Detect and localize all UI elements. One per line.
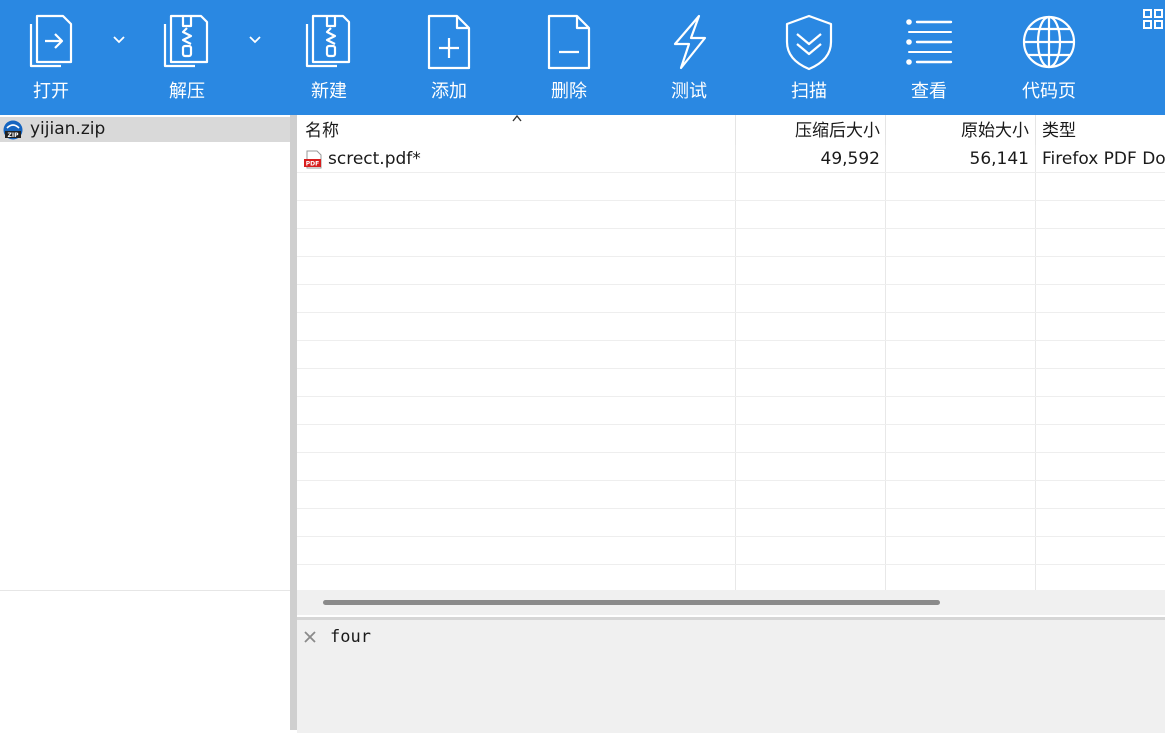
open-icon xyxy=(23,12,79,72)
extract-dropdown-chevron-icon[interactable] xyxy=(246,30,264,48)
empty-row xyxy=(297,369,1165,397)
delete-file-icon xyxy=(541,12,597,72)
packed-size-cell: 49,592 xyxy=(820,149,880,169)
empty-row xyxy=(297,313,1165,341)
empty-row xyxy=(297,509,1165,537)
view-label: 查看 xyxy=(911,81,947,102)
add-label: 添加 xyxy=(431,81,467,102)
list-header: 名称 压缩后大小 原始大小 类型 xyxy=(297,115,1165,145)
view-button[interactable]: 查看 xyxy=(874,0,984,115)
empty-row xyxy=(297,257,1165,285)
empty-row xyxy=(297,285,1165,313)
file-list: 名称 压缩后大小 原始大小 类型 PDF screct.pdf* 49,592 … xyxy=(297,115,1165,590)
column-header-packed-size[interactable]: 压缩后大小 xyxy=(736,115,886,145)
svg-text:PDF: PDF xyxy=(306,161,319,168)
sort-ascending-icon xyxy=(511,115,523,123)
folder-tree: ZIP yijian.zip xyxy=(0,115,290,731)
test-label: 测试 xyxy=(671,81,707,102)
add-button[interactable]: 添加 xyxy=(394,0,504,115)
pane-splitter[interactable] xyxy=(290,115,297,730)
toolbar: 打开 解压 新建 添加 删除 测试 扫描 查看 代码页 xyxy=(0,0,1165,115)
open-button[interactable]: 打开 xyxy=(0,0,106,115)
column-header-name[interactable]: 名称 xyxy=(297,115,736,145)
empty-row xyxy=(297,481,1165,509)
open-dropdown-chevron-icon[interactable] xyxy=(110,30,128,48)
table-row[interactable]: PDF screct.pdf* 49,592 56,141 Firefox PD… xyxy=(297,145,1165,173)
codepage-globe-icon xyxy=(1021,12,1077,72)
svg-text:ZIP: ZIP xyxy=(8,132,20,139)
column-header-packed-size-label: 压缩后大小 xyxy=(795,121,880,141)
empty-row xyxy=(297,425,1165,453)
delete-label: 删除 xyxy=(551,81,587,102)
zip-icon: ZIP xyxy=(3,120,23,140)
column-header-original-size[interactable]: 原始大小 xyxy=(886,115,1036,145)
empty-row xyxy=(297,341,1165,369)
tree-item-label: yijian.zip xyxy=(30,119,106,139)
new-archive-button[interactable]: 新建 xyxy=(274,0,384,115)
delete-button[interactable]: 删除 xyxy=(514,0,624,115)
original-size-cell: 56,141 xyxy=(969,149,1029,169)
empty-row xyxy=(297,565,1165,590)
test-button[interactable]: 测试 xyxy=(634,0,744,115)
extract-button[interactable]: 解压 xyxy=(132,0,242,115)
file-name-cell: screct.pdf* xyxy=(328,149,421,169)
scrollbar-thumb[interactable] xyxy=(323,600,940,605)
add-file-icon xyxy=(421,12,477,72)
scan-label: 扫描 xyxy=(791,81,827,102)
comment-panel: four xyxy=(297,617,1165,733)
empty-row xyxy=(297,453,1165,481)
horizontal-scrollbar[interactable] xyxy=(297,590,1165,615)
column-header-type-label: 类型 xyxy=(1042,121,1076,141)
tree-empty-area xyxy=(0,590,290,731)
new-archive-icon xyxy=(301,12,357,72)
codepage-label: 代码页 xyxy=(1022,81,1076,102)
pdf-icon: PDF xyxy=(304,150,323,169)
column-header-original-size-label: 原始大小 xyxy=(961,121,1029,141)
column-header-name-label: 名称 xyxy=(305,121,339,141)
view-list-icon xyxy=(901,12,957,72)
column-header-type[interactable]: 类型 xyxy=(1036,115,1165,145)
test-icon xyxy=(661,12,717,72)
codepage-button[interactable]: 代码页 xyxy=(994,0,1104,115)
scan-shield-icon xyxy=(781,12,837,72)
scan-button[interactable]: 扫描 xyxy=(754,0,864,115)
archive-comment-text: four xyxy=(330,627,371,647)
empty-row xyxy=(297,537,1165,565)
open-label: 打开 xyxy=(33,81,69,102)
extract-icon xyxy=(159,12,215,72)
extract-label: 解压 xyxy=(169,81,205,102)
close-icon[interactable] xyxy=(303,630,317,644)
grid-view-icon[interactable] xyxy=(1142,8,1164,30)
empty-row xyxy=(297,173,1165,201)
empty-row xyxy=(297,397,1165,425)
new-archive-label: 新建 xyxy=(311,81,347,102)
empty-row xyxy=(297,229,1165,257)
type-cell: Firefox PDF Document xyxy=(1042,149,1165,169)
tree-item-archive[interactable]: ZIP yijian.zip xyxy=(0,117,290,142)
empty-row xyxy=(297,201,1165,229)
